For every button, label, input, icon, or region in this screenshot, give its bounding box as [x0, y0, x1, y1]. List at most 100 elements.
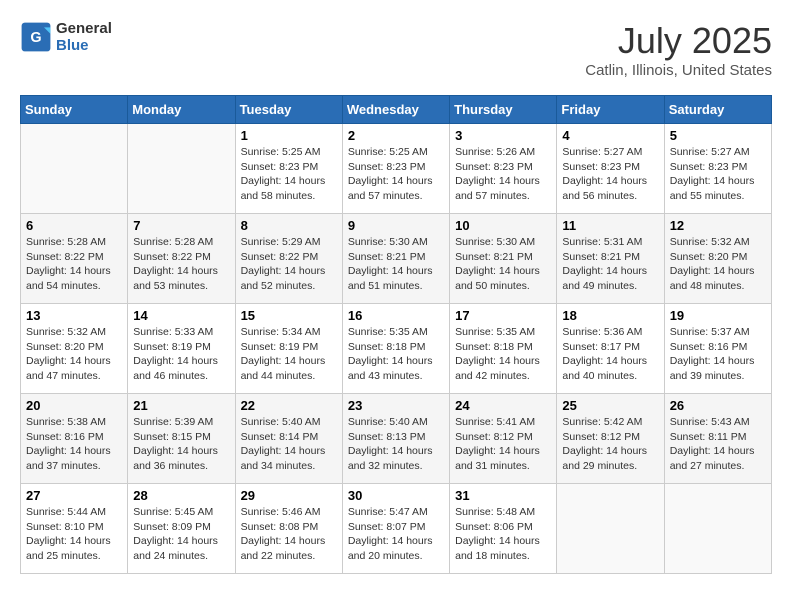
weekday-header-row: SundayMondayTuesdayWednesdayThursdayFrid…: [21, 96, 772, 124]
day-info: Sunrise: 5:28 AM Sunset: 8:22 PM Dayligh…: [26, 235, 122, 294]
day-info: Sunrise: 5:26 AM Sunset: 8:23 PM Dayligh…: [455, 145, 551, 204]
day-info: Sunrise: 5:29 AM Sunset: 8:22 PM Dayligh…: [241, 235, 337, 294]
day-info: Sunrise: 5:38 AM Sunset: 8:16 PM Dayligh…: [26, 415, 122, 474]
calendar-cell: 9 Sunrise: 5:30 AM Sunset: 8:21 PM Daylig…: [342, 214, 449, 304]
day-info: Sunrise: 5:35 AM Sunset: 8:18 PM Dayligh…: [455, 325, 551, 384]
week-row-4: 20 Sunrise: 5:38 AM Sunset: 8:16 PM Dayli…: [21, 394, 772, 484]
day-number: 7: [133, 218, 229, 233]
week-row-1: 1 Sunrise: 5:25 AM Sunset: 8:23 PM Daylig…: [21, 124, 772, 214]
day-info: Sunrise: 5:32 AM Sunset: 8:20 PM Dayligh…: [670, 235, 766, 294]
day-number: 27: [26, 488, 122, 503]
day-number: 30: [348, 488, 444, 503]
calendar-cell: 3 Sunrise: 5:26 AM Sunset: 8:23 PM Daylig…: [450, 124, 557, 214]
page-header: G General Blue July 2025 Catlin, Illinoi…: [20, 20, 772, 79]
calendar-cell: 26 Sunrise: 5:43 AM Sunset: 8:11 PM Dayli…: [664, 394, 771, 484]
day-info: Sunrise: 5:31 AM Sunset: 8:21 PM Dayligh…: [562, 235, 658, 294]
day-number: 28: [133, 488, 229, 503]
day-info: Sunrise: 5:34 AM Sunset: 8:19 PM Dayligh…: [241, 325, 337, 384]
day-info: Sunrise: 5:48 AM Sunset: 8:06 PM Dayligh…: [455, 505, 551, 564]
title-block: July 2025 Catlin, Illinois, United State…: [585, 20, 772, 79]
weekday-header-tuesday: Tuesday: [235, 96, 342, 124]
day-info: Sunrise: 5:43 AM Sunset: 8:11 PM Dayligh…: [670, 415, 766, 474]
day-info: Sunrise: 5:39 AM Sunset: 8:15 PM Dayligh…: [133, 415, 229, 474]
day-number: 10: [455, 218, 551, 233]
day-info: Sunrise: 5:33 AM Sunset: 8:19 PM Dayligh…: [133, 325, 229, 384]
day-info: Sunrise: 5:46 AM Sunset: 8:08 PM Dayligh…: [241, 505, 337, 564]
day-number: 9: [348, 218, 444, 233]
calendar-cell: 8 Sunrise: 5:29 AM Sunset: 8:22 PM Daylig…: [235, 214, 342, 304]
day-number: 18: [562, 308, 658, 323]
day-number: 20: [26, 398, 122, 413]
day-info: Sunrise: 5:45 AM Sunset: 8:09 PM Dayligh…: [133, 505, 229, 564]
day-number: 1: [241, 128, 337, 143]
logo: G General Blue: [20, 20, 112, 54]
day-number: 5: [670, 128, 766, 143]
calendar-cell: 5Sunrise: 5:27 AM Sunset: 8:23 PM Daylig…: [664, 124, 771, 214]
logo-icon: G: [20, 21, 52, 53]
day-info: Sunrise: 5:35 AM Sunset: 8:18 PM Dayligh…: [348, 325, 444, 384]
day-number: 3: [455, 128, 551, 143]
calendar-cell: 16 Sunrise: 5:35 AM Sunset: 8:18 PM Dayli…: [342, 304, 449, 394]
day-number: 26: [670, 398, 766, 413]
day-info: Sunrise: 5:44 AM Sunset: 8:10 PM Dayligh…: [26, 505, 122, 564]
day-info: Sunrise: 5:41 AM Sunset: 8:12 PM Dayligh…: [455, 415, 551, 474]
day-number: 11: [562, 218, 658, 233]
day-info: Sunrise: 5:37 AM Sunset: 8:16 PM Dayligh…: [670, 325, 766, 384]
day-number: 6: [26, 218, 122, 233]
day-info: Sunrise: 5:40 AM Sunset: 8:14 PM Dayligh…: [241, 415, 337, 474]
day-number: 25: [562, 398, 658, 413]
week-row-2: 6 Sunrise: 5:28 AM Sunset: 8:22 PM Daylig…: [21, 214, 772, 304]
logo-text: General Blue: [56, 20, 112, 54]
week-row-3: 13 Sunrise: 5:32 AM Sunset: 8:20 PM Dayli…: [21, 304, 772, 394]
calendar-cell: 24 Sunrise: 5:41 AM Sunset: 8:12 PM Dayli…: [450, 394, 557, 484]
weekday-header-wednesday: Wednesday: [342, 96, 449, 124]
day-info: Sunrise: 5:36 AM Sunset: 8:17 PM Dayligh…: [562, 325, 658, 384]
calendar-cell: 15 Sunrise: 5:34 AM Sunset: 8:19 PM Dayli…: [235, 304, 342, 394]
day-info: Sunrise: 5:30 AM Sunset: 8:21 PM Dayligh…: [348, 235, 444, 294]
calendar-cell: 31Sunrise: 5:48 AM Sunset: 8:06 PM Dayli…: [450, 484, 557, 574]
day-number: 13: [26, 308, 122, 323]
month-title: July 2025: [585, 20, 772, 62]
day-info: Sunrise: 5:32 AM Sunset: 8:20 PM Dayligh…: [26, 325, 122, 384]
calendar-cell: [557, 484, 664, 574]
day-info: Sunrise: 5:25 AM Sunset: 8:23 PM Dayligh…: [241, 145, 337, 204]
calendar-cell: [664, 484, 771, 574]
day-number: 24: [455, 398, 551, 413]
day-info: Sunrise: 5:47 AM Sunset: 8:07 PM Dayligh…: [348, 505, 444, 564]
weekday-header-sunday: Sunday: [21, 96, 128, 124]
day-number: 2: [348, 128, 444, 143]
day-number: 23: [348, 398, 444, 413]
day-number: 19: [670, 308, 766, 323]
day-number: 12: [670, 218, 766, 233]
day-number: 17: [455, 308, 551, 323]
calendar-cell: 22 Sunrise: 5:40 AM Sunset: 8:14 PM Dayli…: [235, 394, 342, 484]
calendar-cell: 30 Sunrise: 5:47 AM Sunset: 8:07 PM Dayli…: [342, 484, 449, 574]
day-info: Sunrise: 5:27 AM Sunset: 8:23 PM Dayligh…: [562, 145, 658, 204]
calendar-cell: 2 Sunrise: 5:25 AM Sunset: 8:23 PM Daylig…: [342, 124, 449, 214]
day-info: Sunrise: 5:28 AM Sunset: 8:22 PM Dayligh…: [133, 235, 229, 294]
calendar-cell: [21, 124, 128, 214]
day-info: Sunrise: 5:42 AM Sunset: 8:12 PM Dayligh…: [562, 415, 658, 474]
day-number: 22: [241, 398, 337, 413]
calendar-cell: 23Sunrise: 5:40 AM Sunset: 8:13 PM Dayli…: [342, 394, 449, 484]
day-info: Sunrise: 5:30 AM Sunset: 8:21 PM Dayligh…: [455, 235, 551, 294]
calendar-cell: 25 Sunrise: 5:42 AM Sunset: 8:12 PM Dayli…: [557, 394, 664, 484]
calendar-cell: 19 Sunrise: 5:37 AM Sunset: 8:16 PM Dayli…: [664, 304, 771, 394]
calendar-cell: 13 Sunrise: 5:32 AM Sunset: 8:20 PM Dayli…: [21, 304, 128, 394]
calendar-cell: 7 Sunrise: 5:28 AM Sunset: 8:22 PM Daylig…: [128, 214, 235, 304]
calendar-cell: 27 Sunrise: 5:44 AM Sunset: 8:10 PM Dayli…: [21, 484, 128, 574]
day-number: 15: [241, 308, 337, 323]
calendar-cell: 21 Sunrise: 5:39 AM Sunset: 8:15 PM Dayli…: [128, 394, 235, 484]
calendar-cell: [128, 124, 235, 214]
calendar-cell: 28 Sunrise: 5:45 AM Sunset: 8:09 PM Dayli…: [128, 484, 235, 574]
calendar-table: SundayMondayTuesdayWednesdayThursdayFrid…: [20, 95, 772, 574]
weekday-header-saturday: Saturday: [664, 96, 771, 124]
day-number: 21: [133, 398, 229, 413]
day-number: 8: [241, 218, 337, 233]
calendar-cell: 10 Sunrise: 5:30 AM Sunset: 8:21 PM Dayli…: [450, 214, 557, 304]
calendar-cell: 4Sunrise: 5:27 AM Sunset: 8:23 PM Daylig…: [557, 124, 664, 214]
day-number: 16: [348, 308, 444, 323]
calendar-cell: 1 Sunrise: 5:25 AM Sunset: 8:23 PM Daylig…: [235, 124, 342, 214]
calendar-cell: 11 Sunrise: 5:31 AM Sunset: 8:21 PM Dayli…: [557, 214, 664, 304]
day-info: Sunrise: 5:25 AM Sunset: 8:23 PM Dayligh…: [348, 145, 444, 204]
